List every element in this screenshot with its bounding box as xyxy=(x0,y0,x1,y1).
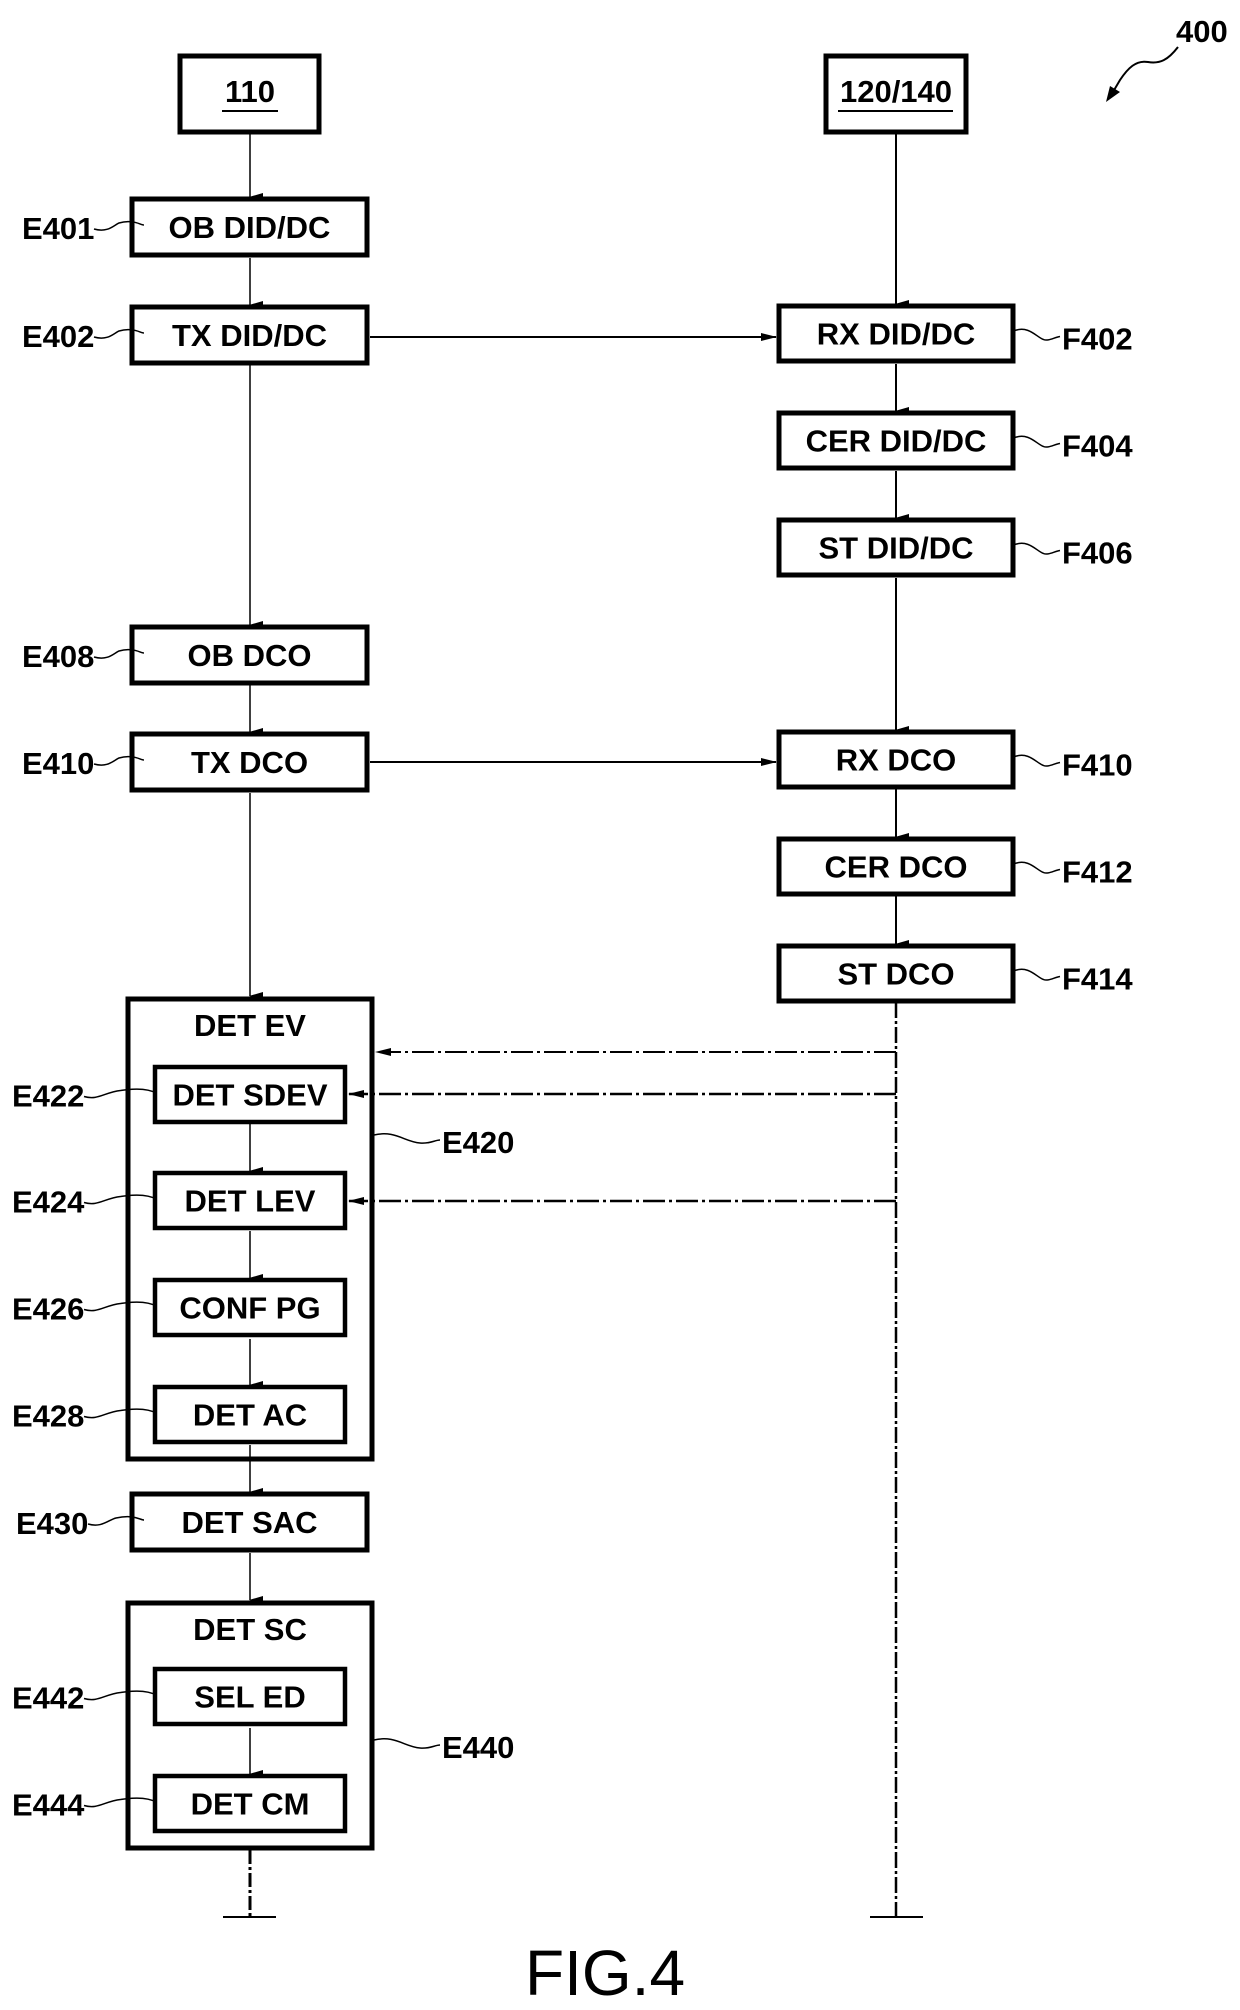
figure-reference-arrow xyxy=(1109,46,1179,98)
step-e428-leader xyxy=(83,1408,158,1419)
step-f404-ref: F404 xyxy=(1062,429,1133,464)
figure-number-label: 400 xyxy=(1176,14,1228,49)
step-e442-label: SEL ED xyxy=(194,1680,305,1715)
step-f414-ref: F414 xyxy=(1062,962,1133,997)
group-det-ev-leader xyxy=(373,1133,441,1144)
step-e444-leader xyxy=(83,1797,158,1808)
step-e401-label: OB DID/DC xyxy=(169,210,331,245)
step-e410-label: TX DCO xyxy=(191,745,308,780)
step-e444-label: DET CM xyxy=(191,1787,310,1822)
step-e430-label: DET SAC xyxy=(181,1505,317,1540)
step-e430: DET SAC E430 xyxy=(16,1491,370,1553)
step-f404: CER DID/DC F404 xyxy=(776,410,1133,471)
step-e430-ref: E430 xyxy=(16,1506,88,1541)
step-f402-leader xyxy=(1014,328,1061,341)
step-f412-ref: F412 xyxy=(1062,855,1133,890)
step-e424-label: DET LEV xyxy=(185,1184,316,1219)
step-e422-leader xyxy=(83,1088,158,1099)
step-e444-ref: E444 xyxy=(12,1788,85,1823)
step-e422: DET SDEV E422 xyxy=(12,1064,348,1125)
figure-caption: FIG.4 xyxy=(525,1937,685,2009)
step-e444: DET CM E444 xyxy=(12,1773,348,1834)
step-e408-ref: E408 xyxy=(22,639,94,674)
step-e408: OB DCO E408 xyxy=(22,624,370,686)
step-f402: RX DID/DC F402 xyxy=(776,303,1133,364)
step-f406-ref: F406 xyxy=(1062,536,1133,571)
step-e428-label: DET AC xyxy=(193,1398,307,1433)
group-det-sc-ref: E440 xyxy=(442,1730,514,1765)
entity-120-140-label: 120/140 xyxy=(840,74,952,109)
step-f410-label: RX DCO xyxy=(836,743,957,778)
step-f404-label: CER DID/DC xyxy=(806,424,987,459)
step-e401: OB DID/DC E401 xyxy=(22,196,370,258)
group-det-sc-leader xyxy=(373,1738,441,1749)
step-f410-ref: F410 xyxy=(1062,748,1133,783)
step-e426-ref: E426 xyxy=(12,1292,84,1327)
step-e402-ref: E402 xyxy=(22,319,94,354)
step-f404-leader xyxy=(1014,435,1061,448)
step-e408-label: OB DCO xyxy=(188,638,312,673)
step-f414-leader xyxy=(1014,968,1061,981)
step-e402: TX DID/DC E402 xyxy=(22,304,370,366)
step-e428-ref: E428 xyxy=(12,1399,84,1434)
step-e424: DET LEV E424 xyxy=(12,1170,348,1231)
step-e442: SEL ED E442 xyxy=(12,1666,348,1727)
step-e410: TX DCO E410 xyxy=(22,731,370,793)
step-f406-leader xyxy=(1014,542,1061,555)
step-f406: ST DID/DC F406 xyxy=(776,517,1133,578)
entity-110: 110 xyxy=(177,53,322,135)
step-e426-label: CONF PG xyxy=(179,1291,320,1326)
step-f402-ref: F402 xyxy=(1062,322,1133,357)
step-e424-ref: E424 xyxy=(12,1185,85,1220)
step-e422-label: DET SDEV xyxy=(172,1078,327,1113)
step-f414: ST DCO F414 xyxy=(776,943,1133,1004)
step-e442-leader xyxy=(83,1690,158,1701)
step-f412-label: CER DCO xyxy=(825,850,968,885)
flow-diagram: 400 110 120/140 OB DID/DCE401TX DID/DCE4… xyxy=(12,14,1228,2009)
step-f406-label: ST DID/DC xyxy=(819,531,974,566)
group-det-sc-title: DET SC xyxy=(193,1612,307,1647)
step-e428: DET AC E428 xyxy=(12,1384,348,1445)
step-f402-label: RX DID/DC xyxy=(817,317,975,352)
step-e410-ref: E410 xyxy=(22,746,94,781)
group-det-ev-title: DET EV xyxy=(194,1008,306,1043)
step-f410: RX DCO F410 xyxy=(776,729,1133,790)
entity-120-140: 120/140 xyxy=(823,53,969,135)
step-e426: CONF PG E426 xyxy=(12,1277,348,1338)
step-f414-label: ST DCO xyxy=(837,957,954,992)
step-f410-leader xyxy=(1014,754,1061,767)
step-f412: CER DCO F412 xyxy=(776,836,1133,897)
step-f412-leader xyxy=(1014,861,1061,874)
step-e442-ref: E442 xyxy=(12,1681,84,1716)
step-e426-leader xyxy=(83,1301,158,1312)
step-e424-leader xyxy=(83,1194,158,1205)
group-det-ev-ref: E420 xyxy=(442,1125,514,1160)
entity-110-label: 110 xyxy=(225,74,275,109)
figure-reference-arrowhead-icon xyxy=(1106,86,1120,102)
step-e401-ref: E401 xyxy=(22,211,94,246)
step-e402-label: TX DID/DC xyxy=(172,318,327,353)
step-e422-ref: E422 xyxy=(12,1079,84,1114)
